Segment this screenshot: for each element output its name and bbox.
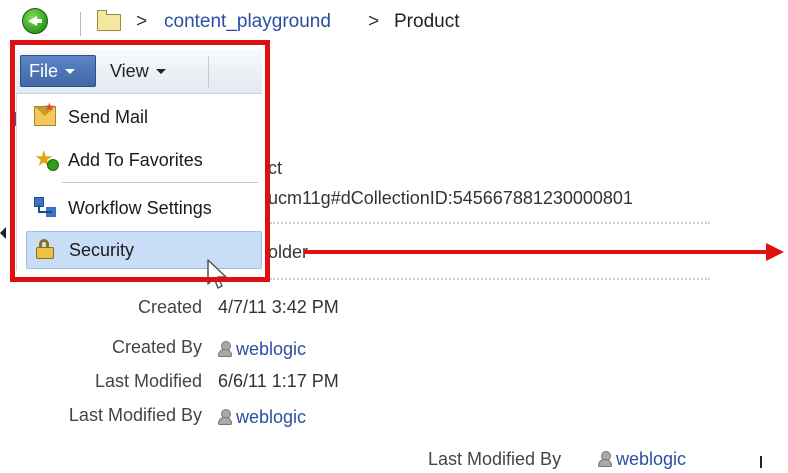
last-modified-value: 6/6/11 1:17 PM [218, 371, 339, 391]
last-modified-label: Last Modified [94, 371, 202, 391]
folder-icon[interactable] [97, 10, 121, 31]
breadcrumb-separator: > [368, 11, 380, 32]
back-arrow-icon[interactable] [22, 8, 48, 34]
last-modified-by-link[interactable]: weblogic [236, 407, 306, 427]
user-icon [218, 341, 232, 357]
item-id-value: -ucm11g#dCollectionID:545667881230000801 [262, 188, 633, 208]
created-by-label: Created By [111, 337, 202, 357]
scroll-edge-marker [760, 456, 762, 468]
annotation-arrow-head-icon [766, 243, 784, 261]
footer-last-modified-by-label: Last Modified By [428, 449, 562, 469]
created-label: Created [137, 297, 202, 317]
created-value: 4/7/11 3:42 PM [218, 297, 339, 317]
toolbar-separator [80, 12, 81, 36]
breadcrumb-separator: > [136, 11, 148, 32]
dotted-divider [270, 278, 710, 280]
footer-last-modified-by-user[interactable]: weblogic [598, 449, 686, 470]
item-type-value: older [268, 242, 309, 262]
dotted-divider [270, 222, 710, 224]
last-modified-by-user[interactable]: weblogic [218, 407, 306, 428]
last-modified-by-label: Last Modified By [68, 405, 202, 425]
user-icon [598, 451, 612, 467]
created-by-link[interactable]: weblogic [236, 339, 306, 359]
user-icon [218, 409, 232, 425]
footer-last-modified-by-link[interactable]: weblogic [616, 449, 686, 469]
annotation-arrow-line [304, 250, 770, 254]
annotation-highlight-box [10, 40, 270, 282]
created-by-user[interactable]: weblogic [218, 339, 306, 360]
breadcrumb-item-content-playground[interactable]: content_playground [164, 11, 331, 33]
collapse-left-icon[interactable] [0, 227, 6, 239]
breadcrumb-item-product: Product [394, 11, 460, 32]
